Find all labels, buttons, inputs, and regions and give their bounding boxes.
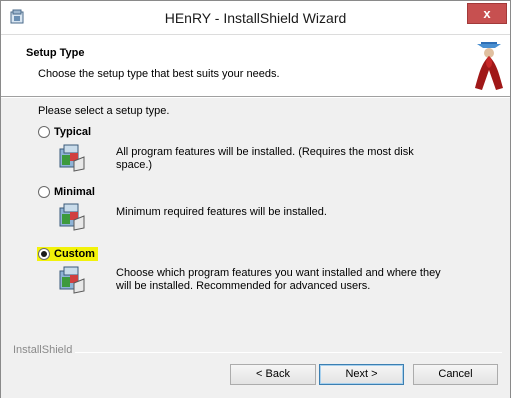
custom-radio[interactable] [38,248,50,260]
installer-window: HEnRY - InstallShield Wizard x Setup Typ… [0,0,511,398]
typical-radio[interactable] [38,126,50,138]
minimal-setup-icon [59,203,85,231]
custom-label: Custom [54,248,95,260]
minimal-label: Minimal [54,186,95,198]
ribbon-logo-icon [475,42,503,90]
next-button[interactable]: Next > [319,364,404,385]
custom-option[interactable]: Custom [37,247,98,261]
custom-setup-icon [59,266,85,294]
minimal-description: Minimum required features will be instal… [116,206,327,218]
typical-description: All program features will be installed. … [116,146,414,171]
back-button[interactable]: < Back [230,364,316,385]
cancel-button[interactable]: Cancel [413,364,498,385]
wizard-header: Setup Type Choose the setup type that be… [1,36,510,97]
minimal-option[interactable]: Minimal [38,186,95,198]
page-title: Setup Type [26,47,85,59]
select-prompt: Please select a setup type. [38,105,170,117]
window-title: HEnRY - InstallShield Wizard [164,10,347,26]
close-button[interactable]: x [467,3,507,24]
footer-divider [13,352,502,353]
minimal-radio[interactable] [38,186,50,198]
page-subtitle: Choose the setup type that best suits yo… [38,68,280,80]
installshield-brand: InstallShield [13,344,76,356]
typical-setup-icon [59,144,85,172]
typical-label: Typical [54,126,92,138]
setup-type-panel: Please select a setup type. Typical All … [1,98,510,398]
title-bar: HEnRY - InstallShield Wizard x [1,1,510,35]
typical-option[interactable]: Typical [38,126,91,138]
custom-description: Choose which program features you want i… [116,267,441,292]
